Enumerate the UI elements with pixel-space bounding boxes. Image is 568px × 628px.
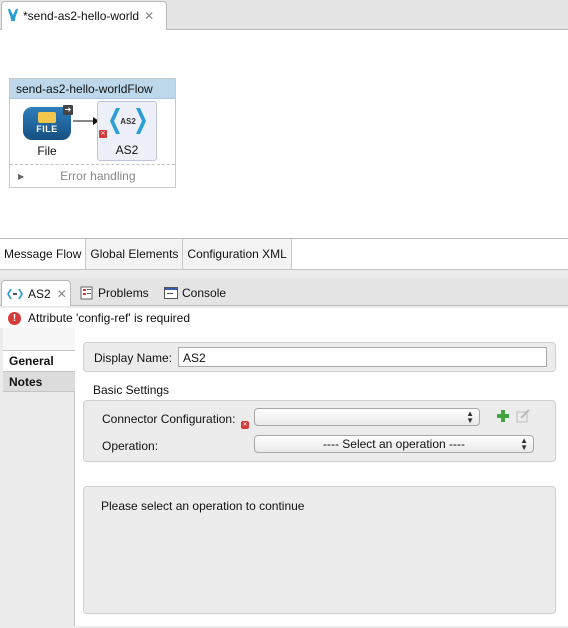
display-name-input[interactable]: AS2: [178, 347, 547, 367]
edit-icon[interactable]: [516, 409, 530, 423]
tab-global-elements[interactable]: Global Elements: [86, 239, 184, 269]
required-error-icon: ✕: [241, 421, 249, 429]
tab-configuration-xml[interactable]: Configuration XML: [183, 239, 292, 269]
as2-node-label: AS2: [115, 143, 139, 157]
properties-view: AS2 ✕ Problems Console ! Attribute 'conf…: [0, 278, 568, 628]
select-arrows-icon: ▲ ▼: [520, 436, 528, 452]
flow-container[interactable]: send-as2-hello-worldFlow FILE ➔ File AS2…: [9, 78, 176, 188]
tab-as2[interactable]: AS2 ✕: [1, 280, 71, 306]
as2-icon-text: AS2: [120, 117, 136, 126]
tab-problems-label: Problems: [98, 286, 149, 300]
properties-tab-bar: AS2 ✕ Problems Console: [0, 278, 568, 306]
editor-view-tabs: Message Flow Global Elements Configurati…: [0, 238, 568, 269]
tab-as2-label: AS2: [28, 286, 51, 301]
side-tab-notes[interactable]: Notes: [3, 372, 75, 392]
flow-canvas[interactable]: send-as2-hello-worldFlow FILE ➔ File AS2…: [0, 30, 568, 238]
flow-separator: [10, 164, 175, 165]
error-icon: !: [8, 311, 21, 325]
connector-configuration-select[interactable]: ▲ ▼: [254, 408, 480, 426]
operation-select[interactable]: ---- Select an operation ---- ▲ ▼: [254, 435, 534, 453]
file-node-label: File: [37, 144, 57, 158]
folder-icon: [38, 112, 56, 123]
flow-body: FILE ➔ File AS2 ✕ AS2: [10, 99, 175, 164]
tab-message-flow[interactable]: Message Flow: [0, 239, 87, 269]
side-tab-general[interactable]: General: [3, 350, 76, 372]
basic-settings-title: Basic Settings: [93, 383, 170, 397]
operation-label: Operation:: [102, 439, 159, 453]
validation-error-message: Attribute 'config-ref' is required: [28, 311, 190, 325]
tab-console[interactable]: Console: [162, 280, 226, 306]
general-panel: Display Name: AS2 Basic Settings Connect…: [75, 328, 568, 626]
error-icon: ✕: [99, 130, 107, 138]
properties-side-tabs: General Notes: [3, 328, 76, 626]
basic-settings-group: Connector Configuration: ✕ ▲ ▼ Operation:…: [83, 400, 556, 462]
as2-icon: [7, 288, 23, 299]
error-handling-label: Error handling: [60, 169, 136, 183]
close-icon[interactable]: ✕: [144, 9, 154, 23]
flow-arrow: [73, 117, 99, 125]
tab-console-label: Console: [182, 286, 227, 300]
problems-icon: [80, 286, 93, 300]
file-icon-text: FILE: [36, 124, 58, 134]
side-tabs-spacer: [3, 328, 75, 350]
tab-problems[interactable]: Problems: [78, 280, 149, 306]
close-icon[interactable]: ✕: [57, 287, 67, 301]
display-name-group: Display Name: AS2: [83, 342, 556, 372]
flow-editor: *send-as2-hello-world ✕ send-as2-hello-w…: [0, 0, 568, 270]
connector-configuration-label: Connector Configuration:: [102, 412, 236, 426]
editor-tab-send-as2-hello-world[interactable]: *send-as2-hello-world ✕: [1, 1, 167, 30]
validation-error-bar: ! Attribute 'config-ref' is required: [0, 308, 568, 328]
editor-tab-bar: *send-as2-hello-world ✕: [0, 0, 568, 30]
operation-info-message: Please select an operation to continue: [101, 499, 305, 513]
display-name-label: Display Name:: [94, 351, 173, 365]
flow-title: send-as2-hello-worldFlow: [10, 79, 175, 99]
console-icon: [164, 286, 178, 299]
editor-tab-title: *send-as2-hello-world: [23, 9, 140, 23]
file-connector-node[interactable]: FILE ➔ File: [23, 105, 73, 163]
operation-value: ---- Select an operation ----: [322, 437, 466, 451]
expand-triangle-icon[interactable]: ▶: [18, 172, 24, 181]
mule-icon: [6, 7, 20, 26]
select-arrows-icon: ▲ ▼: [466, 409, 474, 425]
error-handling-section[interactable]: ▶ Error handling: [10, 166, 175, 186]
inbound-arrow-icon: ➔: [63, 105, 73, 115]
operation-info-panel: Please select an operation to continue: [83, 486, 556, 614]
as2-chevron-icon: AS2: [110, 108, 146, 134]
add-icon[interactable]: [496, 409, 510, 423]
as2-connector-node[interactable]: AS2 ✕ AS2: [97, 101, 157, 161]
